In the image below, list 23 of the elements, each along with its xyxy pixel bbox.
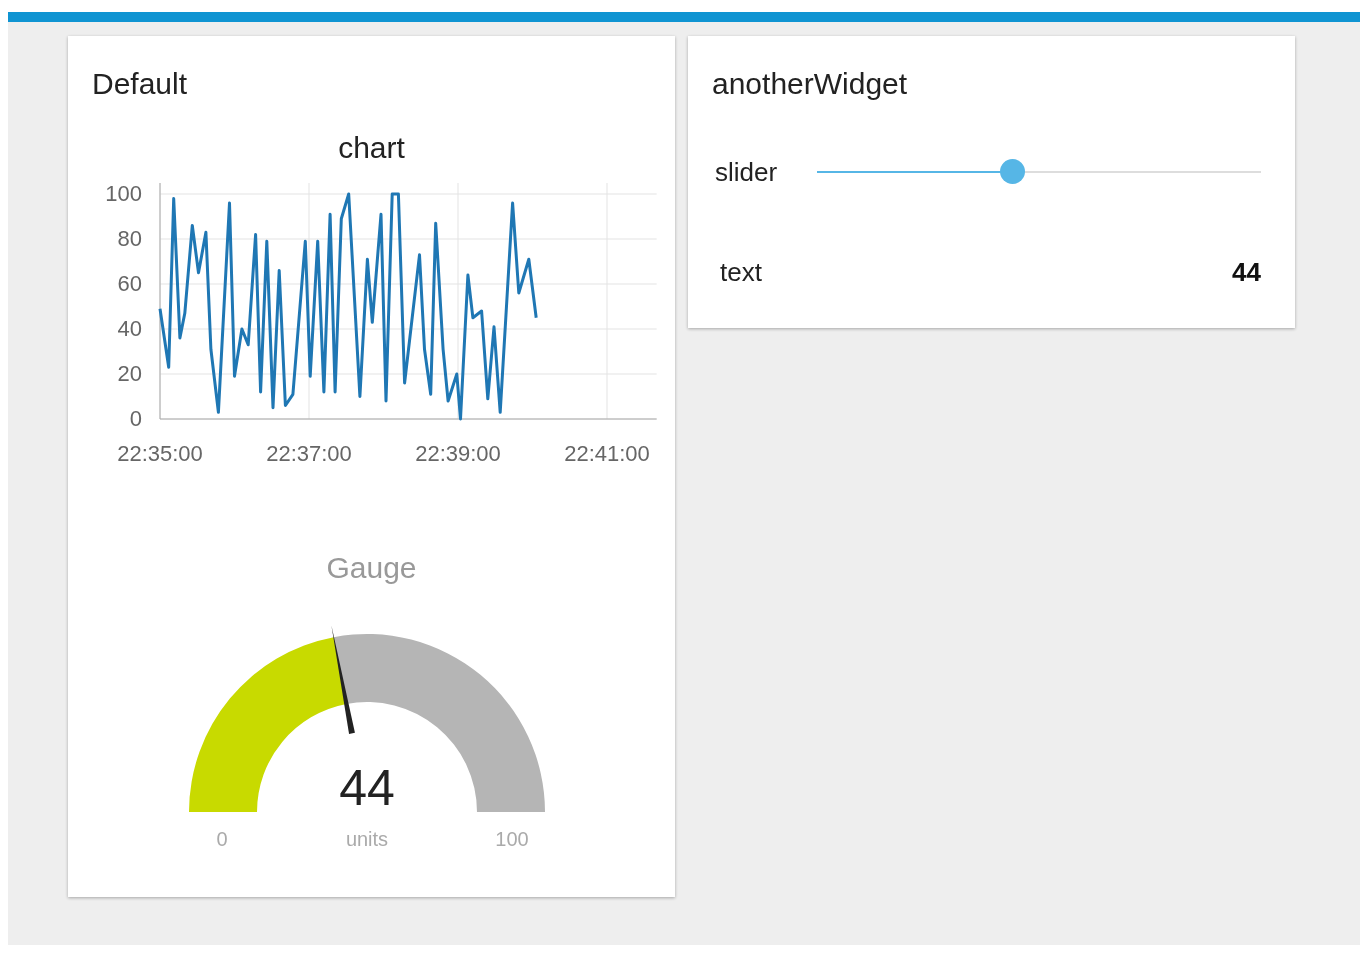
- y-tick-label: 40: [117, 316, 142, 341]
- x-tick-label: 22:39:00: [415, 441, 501, 466]
- x-tick-label: 22:35:00: [117, 441, 203, 466]
- text-value: 44: [1232, 256, 1261, 288]
- group-title: anotherWidget: [711, 66, 909, 102]
- gauge-units-label: units: [345, 828, 388, 850]
- slider-thumb[interactable]: [1000, 159, 1026, 184]
- x-tick-label: 22:37:00: [266, 441, 352, 466]
- chart-title: chart: [337, 130, 406, 166]
- y-tick-label: 60: [117, 271, 142, 296]
- y-tick-label: 0: [129, 406, 142, 431]
- y-tick-label: 20: [117, 361, 142, 386]
- slider-label: slider: [715, 156, 779, 188]
- slider[interactable]: [817, 159, 1261, 185]
- x-tick-label: 22:41:00: [564, 441, 650, 466]
- gauge-value: 44: [338, 760, 395, 816]
- y-tick-label: 100: [105, 181, 142, 206]
- group-title: Default: [91, 66, 189, 102]
- gauge-max-label: 100: [494, 828, 529, 850]
- gauge-title: Gauge: [325, 550, 418, 586]
- gauge-min-label: 0: [215, 828, 228, 850]
- text-label: text: [720, 256, 762, 288]
- y-tick-label: 80: [117, 226, 142, 251]
